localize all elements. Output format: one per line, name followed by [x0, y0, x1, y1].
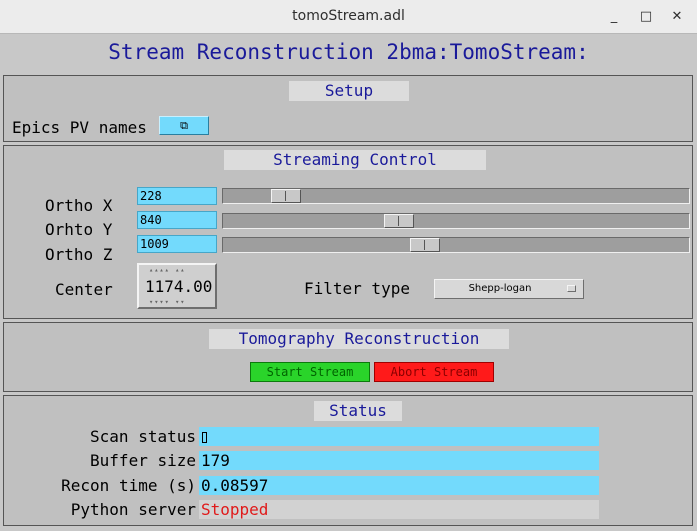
tomography-reconstruction-title: Tomography Reconstruction: [209, 329, 509, 349]
ortho-z-slider-thumb[interactable]: [410, 238, 440, 252]
filter-type-value: Shepp-logan: [468, 283, 532, 294]
recon-time-label: Recon time (s): [61, 476, 196, 495]
center-wheel-switch[interactable]: ▴▴▴▴ ▴▴ 1174.00 ▾▾▾▾ ▾▾: [137, 263, 217, 309]
filter-type-menu[interactable]: Shepp-logan: [434, 279, 584, 299]
related-display-icon: ⧉: [180, 119, 188, 132]
maximize-button[interactable]: □: [635, 6, 657, 28]
filter-type-label: Filter type: [304, 279, 410, 298]
start-stream-button[interactable]: Start Stream: [250, 362, 370, 382]
ortho-x-input[interactable]: 228: [137, 187, 217, 205]
close-button[interactable]: ✕: [666, 6, 688, 28]
center-value: 1174.00: [145, 277, 213, 296]
streaming-control-title: Streaming Control: [224, 150, 486, 170]
ortho-y-label: Orhto Y: [45, 220, 113, 239]
screen-header: Stream Reconstruction 2bma:TomoStream:: [0, 34, 697, 72]
ortho-x-slider-thumb[interactable]: [271, 189, 301, 203]
ortho-y-slider[interactable]: [222, 213, 690, 229]
buffer-size-value: 179: [199, 451, 599, 470]
window-title: tomoStream.adl: [292, 8, 405, 24]
streaming-control-panel: Streaming Control Ortho X 228 Orhto Y 84…: [3, 145, 693, 319]
buffer-size-label: Buffer size: [90, 451, 196, 470]
ortho-x-label: Ortho X: [45, 196, 113, 215]
screen-title: Stream Reconstruction 2bma:TomoStream:: [108, 40, 589, 64]
setup-panel: Setup Epics PV names ⧉: [3, 75, 693, 142]
epics-pv-names-label: Epics PV names: [12, 118, 147, 137]
ortho-y-slider-thumb[interactable]: [384, 214, 414, 228]
ortho-z-slider[interactable]: [222, 237, 690, 253]
setup-title: Setup: [289, 81, 409, 101]
status-panel: Status Scan status Buffer size 179 Recon…: [3, 395, 693, 526]
status-title: Status: [314, 401, 402, 421]
ortho-x-slider[interactable]: [222, 188, 690, 204]
ortho-z-label: Ortho Z: [45, 245, 113, 264]
tomography-reconstruction-panel: Tomography Reconstruction Start Stream A…: [3, 322, 693, 392]
scan-status-value: [199, 427, 599, 446]
wheel-up-arrows[interactable]: ▴▴▴▴ ▴▴: [149, 267, 186, 274]
python-server-label: Python server: [70, 500, 196, 519]
abort-stream-button[interactable]: Abort Stream: [374, 362, 494, 382]
wheel-down-arrows[interactable]: ▾▾▾▾ ▾▾: [149, 299, 186, 306]
ortho-z-input[interactable]: 1009: [137, 235, 217, 253]
scan-status-label: Scan status: [90, 427, 196, 446]
center-label: Center: [55, 280, 113, 299]
minimize-button[interactable]: _: [603, 6, 625, 28]
menu-indicator-icon: [567, 285, 576, 292]
epics-pv-names-button[interactable]: ⧉: [159, 116, 209, 135]
ortho-y-input[interactable]: 840: [137, 211, 217, 229]
recon-time-value: 0.08597: [199, 476, 599, 495]
cursor-marker: [202, 432, 207, 443]
python-server-value: Stopped: [199, 500, 599, 519]
window-titlebar: tomoStream.adl _ □ ✕: [0, 0, 697, 34]
